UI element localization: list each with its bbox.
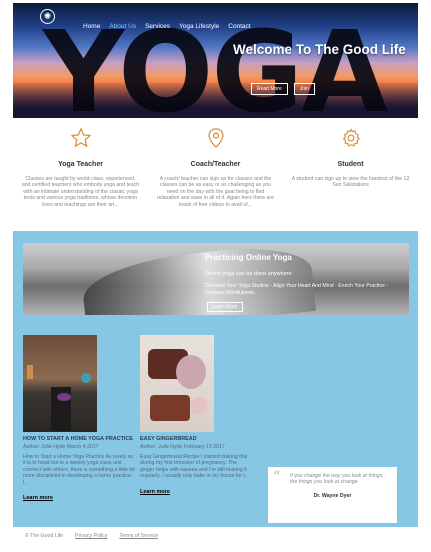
blog-post: HOW TO START A HOME YOGA PRACTICE Author…: [23, 335, 135, 504]
feature-yoga-teacher: Yoga Teacher Classes are taught by world…: [13, 122, 148, 222]
nav-item-services[interactable]: Services: [145, 23, 170, 30]
main-nav: Home About Us Services Yoga Lifestyle Co…: [83, 23, 251, 30]
gear-icon: [342, 128, 360, 147]
feature-title: Student: [337, 161, 364, 168]
feature-student: Student A student can sign up to view th…: [283, 122, 418, 222]
post-thumbnail-gingerbread[interactable]: [140, 335, 214, 432]
feature-coach-teacher: Coach/Teacher A coach/ teacher can sign …: [148, 122, 283, 222]
post-learn-more-link[interactable]: Learn more: [23, 495, 53, 501]
post-excerpt: How to Start a Home Yoga Practice As lov…: [23, 453, 135, 486]
hero-join-button[interactable]: Join: [293, 83, 315, 95]
blog-post: EASY GINGERBREAD Author: Julie Hyde Febr…: [140, 335, 252, 498]
footer-privacy-link[interactable]: Privacy Policy: [75, 533, 107, 539]
features-section: Yoga Teacher Classes are taught by world…: [13, 122, 418, 222]
footer-copyright: © The Good Life: [25, 533, 64, 539]
hero-banner: YOGA ✺ Home About Us Services Yoga Lifes…: [13, 3, 418, 118]
post-thumbnail-yoga-mat[interactable]: [23, 335, 97, 432]
site-footer: © The Good Life Privacy Policy Terms of …: [25, 533, 158, 539]
banner-subtitle: Online yoga can be done anywhere: [205, 271, 292, 277]
nav-item-home[interactable]: Home: [83, 23, 100, 30]
quote-text: If you change the way you look at things…: [290, 473, 384, 486]
blog-section: Practicing Online Yoga Online yoga can b…: [13, 231, 418, 527]
footer-terms-link[interactable]: Terms of Service: [119, 533, 158, 539]
location-pin-icon: [208, 128, 223, 149]
post-title[interactable]: EASY GINGERBREAD: [140, 436, 252, 443]
hero-buttons: Read More Join: [251, 83, 315, 95]
banner-learn-more-button[interactable]: Learn More: [207, 302, 243, 312]
feature-text: A student can sign up to view the handou…: [291, 176, 410, 189]
post-meta: Author: Julie Hyde March 4 2017: [23, 443, 99, 450]
banner-description: Discover Your Yoga Studios - Align Your …: [205, 283, 389, 296]
site-logo[interactable]: ✺: [40, 9, 55, 24]
nav-item-contact[interactable]: Contact: [228, 23, 250, 30]
post-meta: Author: Julie Hyde February 13 2017: [140, 443, 225, 450]
hero-read-more-button[interactable]: Read More: [251, 83, 288, 95]
feature-text: A coach/ teacher can sign up for classes…: [156, 176, 275, 208]
nav-item-yoga-lifestyle[interactable]: Yoga Lifestyle: [179, 23, 219, 30]
post-learn-more-link[interactable]: Learn more: [140, 489, 170, 495]
star-icon: [70, 128, 91, 147]
feature-text: Classes are taught by world-class, exper…: [21, 176, 140, 208]
post-title[interactable]: HOW TO START A HOME YOGA PRACTICE: [23, 436, 135, 443]
quote-author: Dr. Wayne Dyer: [313, 492, 352, 499]
nav-item-about-us[interactable]: About Us: [109, 23, 136, 30]
quote-mark-icon: “: [273, 469, 281, 485]
online-yoga-banner: Practicing Online Yoga Online yoga can b…: [23, 243, 409, 315]
hero-headline: Welcome To The Good Life: [233, 42, 406, 57]
feature-title: Coach/Teacher: [190, 161, 241, 168]
banner-title: Practicing Online Yoga: [205, 253, 292, 262]
hero-yoga-letters: YOGA: [43, 8, 388, 118]
post-excerpt: Easy Gingerbread Recipe I started making…: [140, 453, 250, 480]
feature-title: Yoga Teacher: [58, 161, 103, 168]
testimonial-quote: “ If you change the way you look at thin…: [268, 467, 397, 523]
